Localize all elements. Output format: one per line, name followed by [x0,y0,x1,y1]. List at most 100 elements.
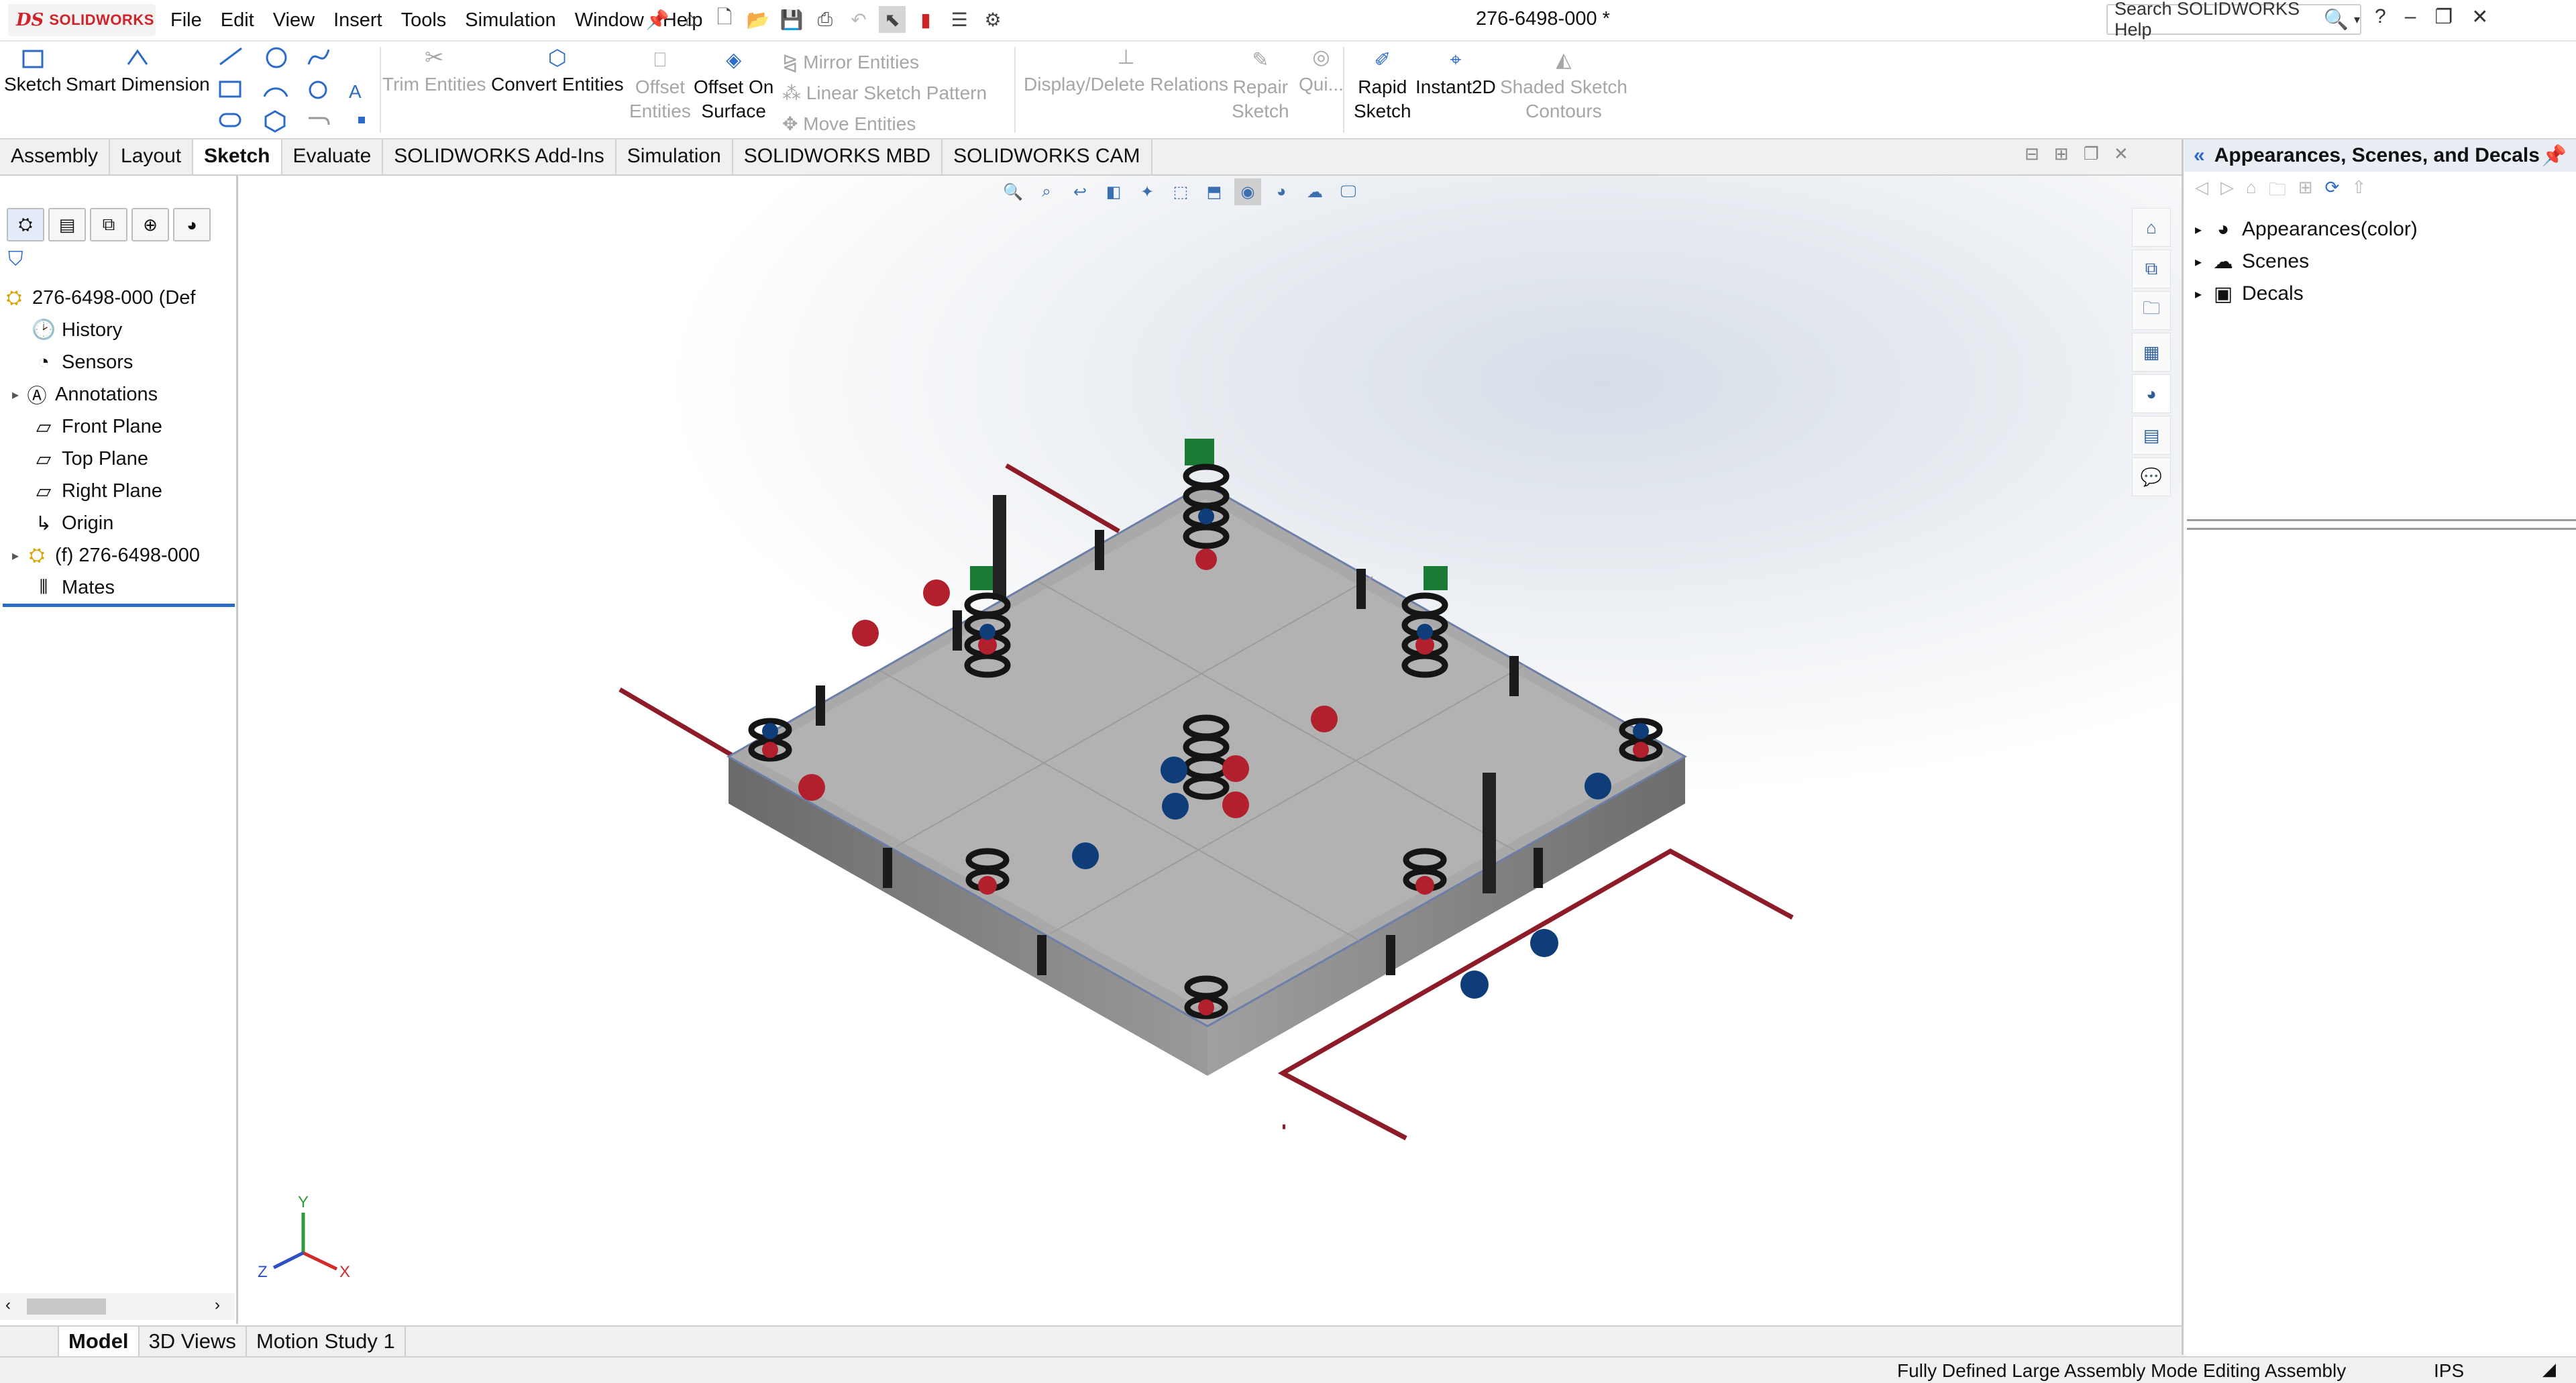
menu-edit[interactable]: Edit [218,8,257,33]
tree-item-decals[interactable]: ▸ ▣ Decals [2195,278,2418,310]
tree-item-annotations[interactable]: ▸ Ⓐ Annotations [3,378,235,410]
appearances-tab-icon[interactable]: ◕ [2132,374,2171,413]
tree-item-scenes[interactable]: ▸ ☁ Scenes [2195,245,2418,278]
polygon-icon[interactable] [309,80,327,99]
feature-manager-tab-icon[interactable]: ⛭ [7,208,44,241]
spline-icon[interactable] [307,49,330,65]
options-gear-icon[interactable]: ⚙ [979,6,1006,33]
tree-item-right-plane[interactable]: ▱ Right Plane [3,475,235,507]
rectangle-icon[interactable] [219,80,241,98]
filter-icon[interactable]: ⛉ [8,248,23,271]
refresh-icon[interactable]: ⟳ [2325,177,2340,207]
tab-mbd[interactable]: SOLIDWORKS MBD [733,140,943,174]
scroll-right-icon[interactable]: › [215,1296,220,1315]
expand-arrow-icon[interactable]: ▸ [2195,221,2211,238]
convert-entities-button[interactable]: ⬡ Convert Entities [491,46,624,97]
arc-icon[interactable] [263,87,288,97]
tree-item-sensors[interactable]: ◔ Sensors [3,346,235,378]
chevron-down-icon[interactable]: ▾ [2354,13,2360,27]
scroll-thumb[interactable] [27,1298,106,1315]
slot-icon[interactable] [219,113,241,127]
hexagon-icon[interactable] [264,110,286,133]
minimize-icon[interactable]: – [2405,5,2416,29]
linear-sketch-pattern-button[interactable]: ⁂ Linear Sketch Pattern [782,78,987,109]
solidworks-resources-icon[interactable]: ⌂ [2132,208,2171,247]
tab-sketch[interactable]: Sketch [193,140,282,174]
new-document-icon[interactable]: 🗋 [711,6,738,33]
dimxpert-tab-icon[interactable]: ⊕ [131,208,169,241]
tab-simulation[interactable]: Simulation [616,140,733,174]
display-manager-tab-icon[interactable]: ◕ [173,208,211,241]
rebuild-icon[interactable]: ▮ [912,6,939,33]
task-pane-splitter[interactable] [2187,519,2576,530]
back-icon[interactable]: ◁ [2195,177,2208,207]
line-icon[interactable] [219,47,242,66]
status-units[interactable]: IPS [2434,1360,2464,1382]
scroll-left-icon[interactable]: ‹ [5,1296,11,1315]
tab-nav-icons[interactable] [0,1327,59,1358]
expand-arrow-icon[interactable]: ▸ [12,547,25,564]
smart-dimension-button[interactable]: Smart Dimension [66,46,210,97]
expand-arrow-icon[interactable]: ▸ [12,386,25,403]
tree-item-top-plane[interactable]: ▱ Top Plane [3,443,235,475]
repair-sketch-button[interactable]: ✎ Repair Sketch [1232,48,1289,123]
undo-icon[interactable]: ↶ [845,6,872,33]
display-delete-relations-button[interactable]: ⊥ Display/Delete Relations [1024,46,1228,97]
viewport-split-icon[interactable]: ⊟ [2025,144,2039,164]
menu-view[interactable]: View [270,8,317,33]
design-library-icon[interactable]: ⧉ [2132,250,2171,288]
custom-properties-icon[interactable]: ▤ [2132,416,2171,455]
configuration-manager-tab-icon[interactable]: ⧉ [90,208,127,241]
tree-item-subassembly[interactable]: ▸ ⛭ (f) 276-6498-000 [3,539,235,571]
assembly-model[interactable]: Y X Z [239,176,2184,1324]
file-properties-icon[interactable]: ☰ [946,6,973,33]
circle-icon[interactable] [266,47,287,68]
tab-add-ins[interactable]: SOLIDWORKS Add-Ins [383,140,616,174]
menu-insert[interactable]: Insert [331,8,385,33]
move-entities-button[interactable]: ✥ Move Entities [782,109,987,140]
home-icon[interactable]: ⌂ [678,6,704,33]
resize-grip-icon[interactable]: ◢ [2542,1359,2556,1380]
search-icon[interactable]: 🔍 [2324,8,2349,32]
tab-cam[interactable]: SOLIDWORKS CAM [943,140,1152,174]
property-manager-tab-icon[interactable]: ▤ [48,208,86,241]
add-location-icon[interactable]: ⊞ [2298,177,2313,207]
add-folder-icon[interactable]: 🗀 [2269,177,2286,207]
fillet-icon[interactable] [309,117,330,125]
print-icon[interactable]: ⎙ [812,6,839,33]
tree-item-history[interactable]: 🕑 History [3,314,235,346]
tab-motion-study[interactable]: Motion Study 1 [247,1327,406,1358]
trim-entities-button[interactable]: ✂ Trim Entities [382,46,486,97]
collapse-double-chevron-icon[interactable]: « [2184,144,2214,167]
tree-item-appearances[interactable]: ▸ ◕ Appearances(color) [2195,213,2418,245]
tree-horizontal-scrollbar[interactable]: ‹ › [0,1293,235,1320]
restore-icon[interactable]: ❐ [2434,5,2453,29]
offset-on-surface-button[interactable]: ◈ Offset On Surface [694,48,773,123]
offset-entities-button[interactable]: ⎕ Offset Entities [629,48,691,123]
forum-icon[interactable]: 💬 [2132,457,2171,496]
menu-simulation[interactable]: Simulation [462,8,558,33]
view-palette-icon[interactable]: ▦ [2132,333,2171,372]
point-icon[interactable] [358,117,365,123]
tab-model[interactable]: Model [59,1327,140,1358]
tree-root[interactable]: ⛭ 276-6498-000 (Def [3,282,235,314]
solidworks-logo[interactable]: DS SOLIDWORKS [8,4,156,36]
rapid-sketch-button[interactable]: ✐ Rapid Sketch [1354,48,1411,123]
mirror-entities-button[interactable]: ⧎ Mirror Entities [782,47,987,78]
select-icon[interactable]: ⬉ [879,6,906,33]
quick-snaps-button[interactable]: ◎ Qui... [1299,46,1344,97]
file-explorer-icon[interactable]: 🗀 [2132,291,2171,330]
instant2d-button[interactable]: ⌖ Instant2D [1415,48,1496,99]
forward-icon[interactable]: ▷ [2220,177,2234,207]
viewport-restore-icon[interactable]: ❐ [2084,144,2099,164]
tab-evaluate[interactable]: Evaluate [282,140,384,174]
tree-item-front-plane[interactable]: ▱ Front Plane [3,410,235,443]
tab-layout[interactable]: Layout [110,140,194,174]
tab-assembly[interactable]: Assembly [0,140,111,174]
tab-3d-views[interactable]: 3D Views [140,1327,247,1358]
help-icon[interactable]: ? [2375,5,2386,29]
sketch-entity-tools[interactable]: A [215,44,376,138]
close-icon[interactable]: ✕ [2471,5,2488,29]
expand-arrow-icon[interactable]: ▸ [2195,254,2211,270]
viewport-tile-icon[interactable]: ⊞ [2054,144,2069,164]
